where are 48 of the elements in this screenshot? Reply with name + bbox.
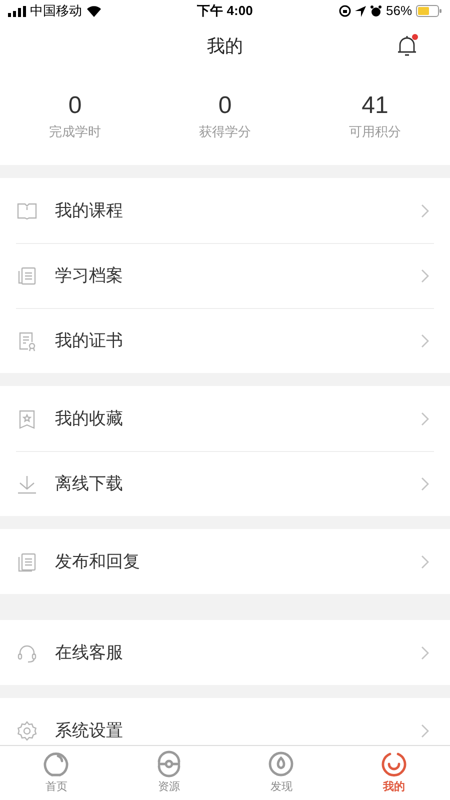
alarm-icon — [370, 5, 382, 17]
stat-label: 获得学分 — [199, 122, 251, 141]
battery-icon — [416, 5, 442, 17]
stat-label: 可用积分 — [349, 122, 401, 141]
list-icon — [16, 550, 38, 572]
menu-item[interactable]: 学习档案 — [16, 243, 434, 308]
menu-item-label: 系统设置 — [55, 720, 124, 742]
download-icon — [16, 473, 38, 495]
menu-item-label: 我的收藏 — [55, 408, 124, 430]
chevron-right-icon — [420, 410, 430, 426]
settings-icon — [16, 720, 38, 742]
tab-bar-item[interactable]: 资源 — [112, 746, 225, 800]
tab-bar-item[interactable]: 我的 — [338, 746, 450, 800]
chevron-right-icon — [420, 644, 430, 660]
wifi-icon — [86, 5, 102, 17]
location-icon — [354, 6, 366, 16]
document-icon — [16, 265, 38, 287]
menu-item[interactable]: 我的证书 — [16, 308, 434, 373]
stat-value: 0 — [218, 94, 232, 118]
battery-percent: 56% — [386, 2, 412, 20]
chevron-right-icon — [420, 268, 430, 284]
signal-icon — [8, 6, 26, 16]
notification-button[interactable] — [396, 34, 418, 58]
chevron-right-icon — [420, 554, 430, 570]
menu-item-label: 离线下载 — [55, 473, 124, 496]
rotation-lock-icon — [338, 5, 351, 17]
chevron-right-icon — [420, 476, 430, 492]
menu-item-label: 发布和回复 — [55, 550, 141, 573]
stat-value: 41 — [362, 94, 388, 118]
page-title: 我的 — [207, 34, 243, 58]
status-time: 下午 4:00 — [197, 2, 253, 20]
stat-value: 0 — [68, 94, 82, 118]
menu-item[interactable]: 离线下载 — [16, 451, 434, 516]
smile-icon — [380, 750, 408, 778]
bell-icon — [396, 34, 418, 58]
stat-label: 完成学时 — [49, 122, 101, 141]
menu-item-label: 在线客服 — [55, 642, 124, 664]
chevron-right-icon — [420, 722, 430, 738]
chevron-right-icon — [420, 202, 430, 218]
menu-item-label: 我的证书 — [55, 330, 124, 352]
discover-icon — [267, 750, 296, 778]
home-icon — [42, 750, 70, 778]
menu-item-label: 学习档案 — [55, 265, 124, 288]
carrier-name: 中国移动 — [30, 2, 82, 20]
chevron-right-icon — [420, 333, 430, 349]
menu-item[interactable]: 我的课程 — [16, 178, 434, 243]
menu-item[interactable]: 我的收藏 — [16, 386, 434, 451]
menu-item-label: 我的课程 — [55, 200, 124, 222]
